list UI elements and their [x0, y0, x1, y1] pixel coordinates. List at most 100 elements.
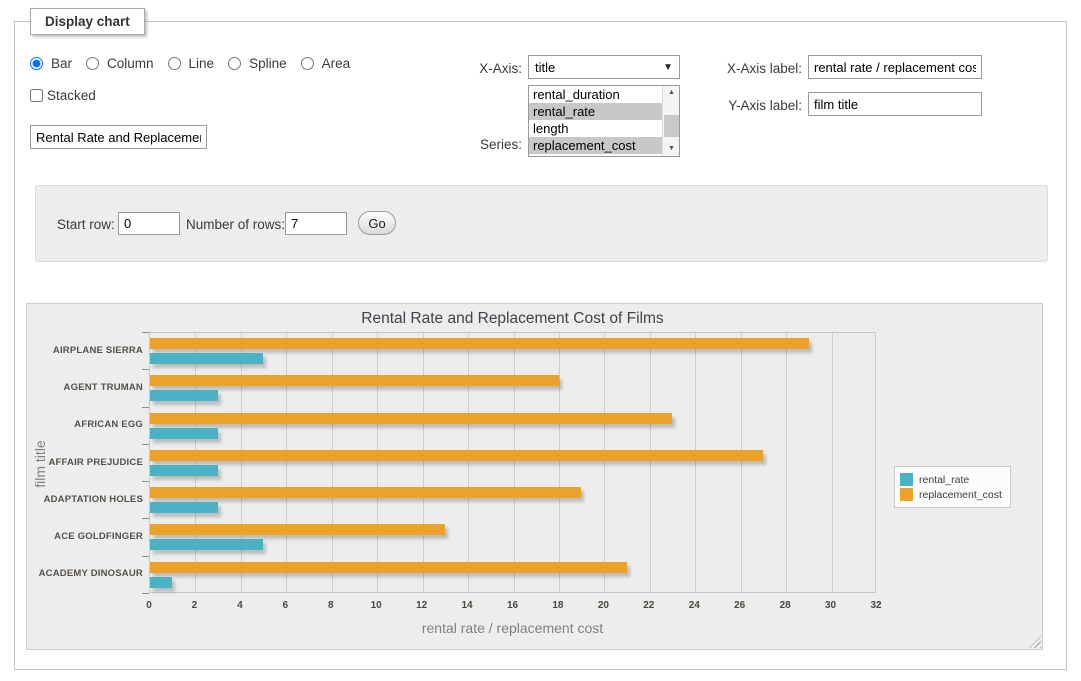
x-tick-label: 12: [407, 600, 437, 611]
y-tick-mark: [142, 332, 149, 333]
legend-row: replacement_cost: [900, 488, 1002, 501]
series-scrollbar[interactable]: ▲ ▼: [662, 86, 679, 156]
y-tick-mark: [142, 444, 149, 445]
bar-replacement_cost: [150, 487, 581, 498]
gridline: [241, 333, 242, 592]
gridline: [195, 333, 196, 592]
category-label: AIRPLANE SIERRA: [31, 345, 143, 356]
gridline: [695, 333, 696, 592]
chart-legend: rental_rate replacement_cost: [894, 466, 1011, 508]
stacked-checkbox[interactable]: [30, 89, 43, 102]
y-tick-mark: [142, 518, 149, 519]
y-tick-mark: [142, 556, 149, 557]
chart-type-radio-column[interactable]: [86, 57, 99, 70]
chart-area: Rental Rate and Replacement Cost of Film…: [26, 303, 1043, 650]
plot-grid: [149, 332, 876, 593]
series-listbox[interactable]: rental_durationrental_ratelengthreplacem…: [528, 85, 680, 157]
bar-rental_rate: [150, 502, 218, 513]
bar-replacement_cost: [150, 375, 559, 386]
category-label: ACE GOLDFINGER: [31, 531, 143, 542]
gridline: [377, 333, 378, 592]
category-label: ADAPTATION HOLES: [31, 494, 143, 505]
category-label: AFRICAN EGG: [31, 419, 143, 430]
legend-label: rental_rate: [919, 474, 969, 486]
bar-rental_rate: [150, 428, 218, 439]
start-row-input[interactable]: [118, 212, 180, 235]
category-label: AGENT TRUMAN: [31, 382, 143, 393]
gridline: [832, 333, 833, 592]
legend-row: rental_rate: [900, 473, 1002, 486]
chart-type-label-column: Column: [107, 56, 154, 71]
chart-type-radio-bar[interactable]: [30, 57, 43, 70]
series-option-replacement_cost[interactable]: replacement_cost: [529, 137, 662, 154]
scrollbar-thumb[interactable]: [664, 115, 679, 137]
x-tick-label: 28: [770, 600, 800, 611]
x-axis-label-caption: X-Axis label:: [712, 61, 802, 76]
bar-rental_rate: [150, 577, 172, 588]
gridline: [741, 333, 742, 592]
x-tick-label: 0: [134, 600, 164, 611]
chart-type-label-line: Line: [189, 56, 215, 71]
series-option-rental_rate[interactable]: rental_rate: [529, 103, 662, 120]
x-tick-label: 18: [543, 600, 573, 611]
x-tick-label: 2: [179, 600, 209, 611]
gridline: [559, 333, 560, 592]
series-select-label: Series:: [432, 137, 522, 152]
number-of-rows-label: Number of rows:: [186, 217, 285, 232]
bar-replacement_cost: [150, 562, 627, 573]
chart-type-label-bar: Bar: [51, 56, 72, 71]
gridline: [286, 333, 287, 592]
x-tick-label: 8: [316, 600, 346, 611]
chart-type-radio-line[interactable]: [168, 57, 181, 70]
category-label: AFFAIR PREJUDICE: [31, 457, 143, 468]
y-tick-mark: [142, 593, 149, 594]
chart-title: Rental Rate and Replacement Cost of Film…: [149, 310, 876, 328]
x-tick-label: 10: [361, 600, 391, 611]
bar-replacement_cost: [150, 413, 672, 424]
scroll-down-icon[interactable]: ▼: [663, 142, 680, 156]
series-option-length[interactable]: length: [529, 120, 662, 137]
start-row-label: Start row:: [57, 217, 115, 232]
category-label: ACADEMY DINOSAUR: [31, 568, 143, 579]
gridline: [332, 333, 333, 592]
x-tick-label: 22: [634, 600, 664, 611]
stacked-row: Stacked: [30, 88, 96, 103]
number-of-rows-input[interactable]: [285, 212, 347, 235]
x-axis-title: rental rate / replacement cost: [149, 620, 876, 636]
legend-swatch-replacement_cost: [900, 488, 913, 501]
gridline: [650, 333, 651, 592]
x-axis-select-label: X-Axis:: [432, 61, 522, 76]
x-tick-label: 14: [452, 600, 482, 611]
stacked-label: Stacked: [47, 88, 96, 103]
x-axis-selected-value: title: [535, 60, 555, 75]
go-button[interactable]: Go: [358, 211, 396, 235]
gridline: [423, 333, 424, 592]
chart-type-radio-area[interactable]: [301, 57, 314, 70]
x-tick-label: 32: [861, 600, 891, 611]
panel-title: Display chart: [30, 8, 145, 35]
x-tick-label: 20: [588, 600, 618, 611]
series-option-rental_duration[interactable]: rental_duration: [529, 86, 662, 103]
chevron-down-icon: ▼: [663, 62, 673, 73]
x-axis-label-input[interactable]: [808, 55, 982, 79]
bar-replacement_cost: [150, 524, 445, 535]
y-axis-label-caption: Y-Axis label:: [712, 98, 802, 113]
chart-type-label-spline: Spline: [249, 56, 287, 71]
series-options: rental_durationrental_ratelengthreplacem…: [529, 86, 679, 154]
chart-title-input[interactable]: [30, 125, 207, 149]
x-axis-select[interactable]: title ▼: [528, 55, 680, 79]
bar-rental_rate: [150, 465, 218, 476]
chart-type-label-area: Area: [322, 56, 351, 71]
bar-rental_rate: [150, 390, 218, 401]
chart-type-radio-spline[interactable]: [228, 57, 241, 70]
bar-replacement_cost: [150, 338, 809, 349]
gridline: [468, 333, 469, 592]
scroll-up-icon[interactable]: ▲: [663, 86, 680, 100]
x-tick-label: 26: [725, 600, 755, 611]
resize-handle-icon[interactable]: [1029, 636, 1041, 648]
x-tick-label: 30: [816, 600, 846, 611]
gridline: [604, 333, 605, 592]
x-tick-label: 4: [225, 600, 255, 611]
y-axis-label-input[interactable]: [808, 92, 982, 116]
bar-rental_rate: [150, 353, 263, 364]
